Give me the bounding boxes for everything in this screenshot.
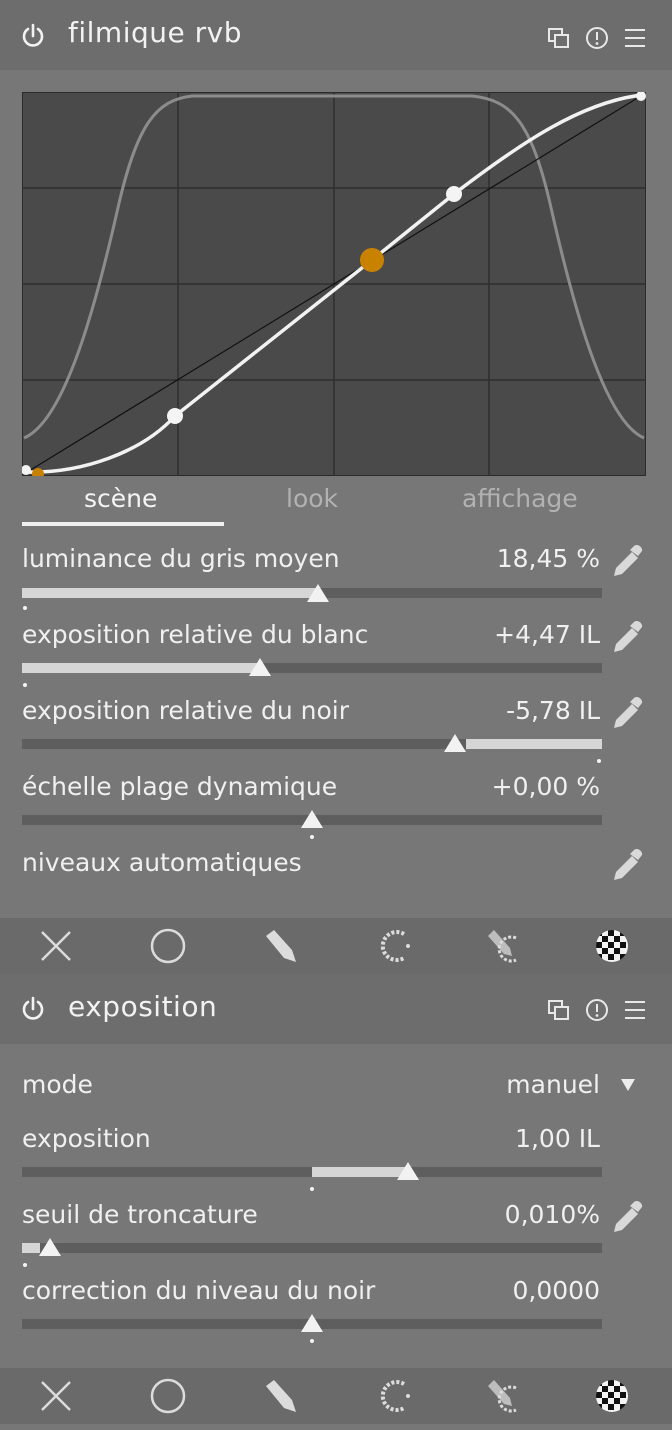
close-icon[interactable] [36,1376,76,1416]
slider-exposure[interactable] [22,1167,602,1177]
default-marker [597,759,601,763]
curve-node-shoulder [446,186,462,202]
close-icon[interactable] [36,926,76,966]
slider-black-exposure[interactable] [22,739,602,749]
exposure-header[interactable]: exposition [0,974,672,1044]
slider-label: correction du niveau du noir [22,1276,376,1305]
menu-icon[interactable] [624,998,646,1022]
power-icon[interactable] [20,996,46,1022]
filmic-tabs: scène look affichage [22,480,646,528]
info-icon[interactable] [585,26,609,50]
slider-thumb[interactable] [249,658,271,676]
slider-thumb[interactable] [307,584,329,602]
slider-value[interactable]: +4,47 IL [494,620,600,649]
slider-thumb[interactable] [444,734,466,752]
blend-mask-toolbar [0,1368,672,1424]
color-picker-icon[interactable] [610,846,648,884]
raster-mask-icon[interactable] [592,926,632,966]
slider-value[interactable]: -5,78 IL [506,696,600,725]
slider-value[interactable]: +0,00 % [492,772,600,801]
slider-label: seuil de troncature [22,1200,258,1229]
slider-thumb[interactable] [301,1314,323,1332]
drawn-parametric-mask-icon[interactable] [484,926,524,966]
drawn-parametric-mask-icon[interactable] [484,1376,524,1416]
filmic-header[interactable]: filmique rvb [0,0,672,70]
blend-mask-toolbar [0,918,672,974]
slider-value[interactable]: 1,00 IL [515,1124,600,1153]
default-marker [310,835,314,839]
menu-icon[interactable] [624,26,646,50]
color-picker-icon[interactable] [610,542,648,580]
info-icon[interactable] [585,998,609,1022]
slider-thumb[interactable] [301,810,323,828]
drawn-mask-icon[interactable] [260,926,300,966]
circle-mask-icon[interactable] [148,926,188,966]
slider-thumb[interactable] [39,1238,61,1256]
slider-label: exposition [22,1124,151,1153]
slider-clipping-threshold[interactable] [22,1243,602,1253]
presets-icon[interactable] [547,26,571,50]
parametric-mask-icon[interactable] [374,1376,414,1416]
tab-scene[interactable]: scène [84,484,157,513]
slider-label: échelle plage dynamique [22,772,338,801]
raster-mask-icon[interactable] [592,1376,632,1416]
default-marker [23,683,27,687]
slider-white-exposure[interactable] [22,663,602,673]
module-title: filmique rvb [68,16,242,49]
mode-select[interactable]: manuel [506,1070,600,1099]
slider-value[interactable]: 0,010% [505,1200,600,1229]
slider-label: exposition relative du blanc [22,620,369,649]
dropdown-arrow-icon[interactable] [620,1078,636,1092]
drawn-mask-icon[interactable] [260,1376,300,1416]
default-marker [23,1263,27,1267]
color-picker-icon[interactable] [610,1198,648,1236]
mode-label: mode [22,1070,93,1099]
active-tab-underline [22,522,224,526]
tab-look[interactable]: look [286,484,338,513]
parametric-mask-icon[interactable] [374,926,414,966]
default-marker [310,1187,314,1191]
power-icon[interactable] [20,23,46,49]
tab-display[interactable]: affichage [462,484,578,513]
color-picker-icon[interactable] [610,694,648,732]
slider-label: exposition relative du noir [22,696,349,725]
module-title: exposition [68,990,218,1023]
presets-icon[interactable] [547,998,571,1022]
slider-value[interactable]: 0,0000 [513,1276,600,1305]
circle-mask-icon[interactable] [148,1376,188,1416]
filmic-curve-graph[interactable] [22,92,646,476]
default-marker [23,606,27,610]
slider-label: luminance du gris moyen [22,544,340,573]
slider-thumb[interactable] [397,1162,419,1180]
curve-node-toe [167,408,183,424]
color-picker-icon[interactable] [610,618,648,656]
default-marker [310,1339,314,1343]
auto-levels-label: niveaux automatiques [22,848,302,877]
curve-node-grey [360,248,384,272]
slider-value[interactable]: 18,45 % [497,544,600,573]
